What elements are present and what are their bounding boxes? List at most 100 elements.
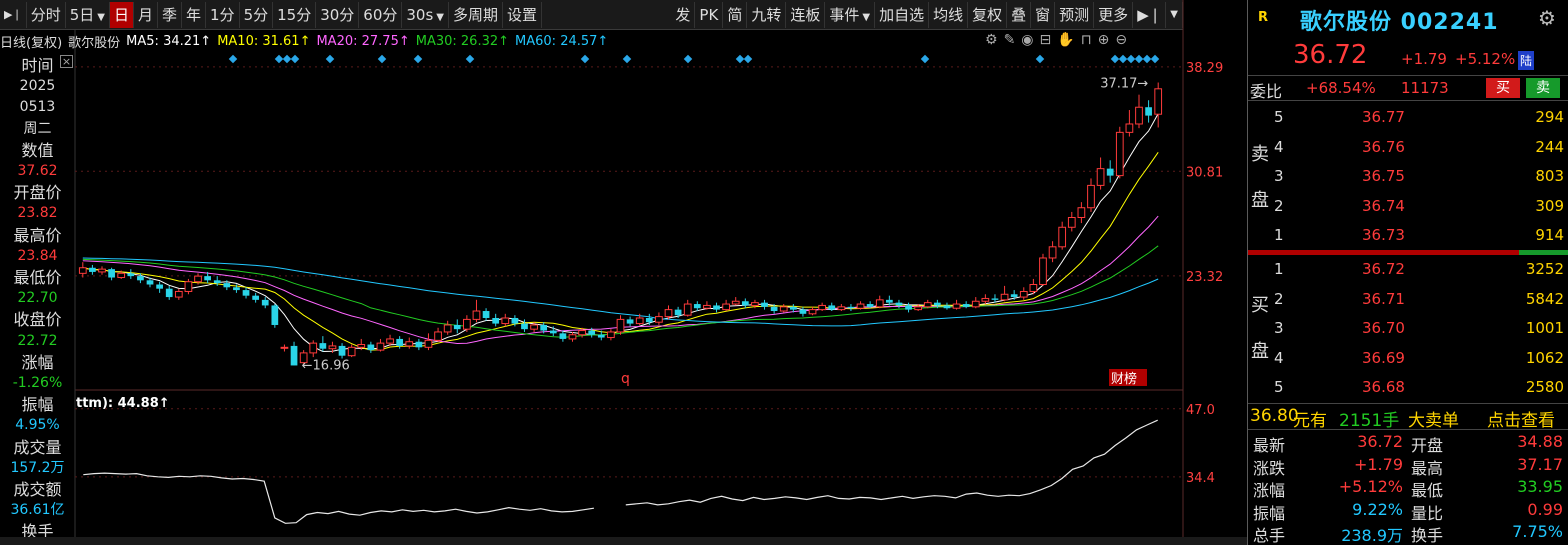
event-marker[interactable] [282,54,292,64]
event-marker[interactable] [920,54,930,64]
candle[interactable] [319,336,327,352]
candle[interactable] [443,320,452,335]
candle[interactable] [89,264,96,275]
candle[interactable] [1115,126,1124,179]
candle[interactable] [242,287,250,299]
candle[interactable] [943,302,951,310]
event-marker[interactable] [1126,54,1136,64]
candle[interactable] [818,302,826,312]
candle[interactable] [626,316,634,327]
candle[interactable] [779,304,788,313]
candle[interactable] [367,341,375,353]
candle[interactable] [252,292,259,303]
candle[interactable] [837,304,846,312]
event-marker[interactable] [274,54,284,64]
candle[interactable] [952,299,961,310]
candle[interactable] [184,278,193,295]
event-marker[interactable] [465,54,475,64]
ask-row[interactable]: 2 36.74 309 [1248,193,1568,221]
candle[interactable] [616,315,625,335]
candle[interactable] [405,337,414,349]
event-marker[interactable] [622,54,632,64]
deal-link[interactable]: 点击查看 [1487,406,1555,431]
candle[interactable] [492,313,500,327]
candle[interactable] [1135,94,1143,129]
candle[interactable] [338,343,346,359]
candle[interactable] [923,299,932,309]
close-icon[interactable]: × [60,55,73,68]
candle[interactable] [1125,110,1134,137]
candle[interactable] [1048,241,1057,263]
event-marker[interactable] [290,54,300,64]
candle[interactable] [693,301,701,312]
event-marker[interactable] [228,54,238,64]
candle[interactable] [856,301,865,310]
candle[interactable] [761,299,768,310]
event-q-marker[interactable]: q [621,371,630,387]
candle[interactable] [472,299,481,323]
candle[interactable] [875,295,884,309]
event-marker[interactable] [377,54,387,64]
candle[interactable] [261,297,269,309]
ask-row[interactable]: 5 36.77 294 [1248,104,1568,132]
candle[interactable] [463,315,471,332]
candle[interactable] [703,301,711,310]
candle[interactable] [1106,160,1114,183]
candle[interactable] [1039,253,1047,286]
candle[interactable] [1087,178,1095,212]
candle[interactable] [1029,278,1038,295]
bid-row[interactable]: 3 36.70 1001 [1248,315,1568,343]
event-marker[interactable] [1110,54,1120,64]
candle[interactable] [127,269,135,279]
candle[interactable] [1019,287,1028,300]
candle[interactable] [482,308,490,321]
candle[interactable] [1067,211,1076,232]
kline-chart[interactable]: 38.29 30.81 23.32 37.17→ ←16.96 q 财榜 ttm): 44.8… [0,0,1247,545]
candle[interactable] [655,312,663,325]
candle[interactable] [415,338,423,351]
candle[interactable] [905,302,912,313]
event-marker[interactable] [1142,54,1152,64]
candle[interactable] [376,338,385,352]
stock-title[interactable]: 歌尔股份 002241 [1300,4,1499,36]
event-marker[interactable] [1035,54,1045,64]
candle[interactable] [683,299,692,317]
candle[interactable] [1154,82,1163,128]
event-marker[interactable] [743,54,753,64]
candle[interactable] [713,302,720,313]
candle[interactable] [347,344,356,358]
event-marker[interactable] [580,54,590,64]
event-marker[interactable] [1118,54,1128,64]
sell-button[interactable]: 卖 [1526,78,1560,98]
event-marker[interactable] [413,54,423,64]
bid-row[interactable]: 2 36.71 5842 [1248,286,1568,314]
candle[interactable] [559,330,567,342]
candle[interactable] [156,281,163,293]
candle[interactable] [799,306,807,317]
buy-button[interactable]: 买 [1486,78,1520,98]
bid-row[interactable]: 4 36.69 1062 [1248,345,1568,373]
candle[interactable] [731,297,740,306]
candle[interactable] [501,313,510,327]
candle[interactable] [981,294,990,305]
candle[interactable] [78,262,87,278]
candle[interactable] [741,298,749,309]
candle[interactable] [1145,100,1152,123]
candle[interactable] [280,344,289,352]
candle[interactable] [424,333,433,351]
ask-row[interactable]: 1 36.73 914 [1248,222,1568,250]
candle[interactable] [309,340,318,358]
candle[interactable] [271,304,279,328]
event-marker[interactable] [735,54,745,64]
gear-icon[interactable]: ⚙ [1538,6,1556,30]
candle[interactable] [290,341,298,366]
candle[interactable] [847,304,855,312]
candle[interactable] [165,285,173,300]
candle[interactable] [568,331,577,342]
candle[interactable] [971,297,980,309]
event-marker[interactable] [683,54,693,64]
candle[interactable] [962,301,970,309]
candle[interactable] [1077,202,1086,224]
candle[interactable] [808,306,817,316]
ask-row[interactable]: 3 36.75 803 [1248,163,1568,191]
